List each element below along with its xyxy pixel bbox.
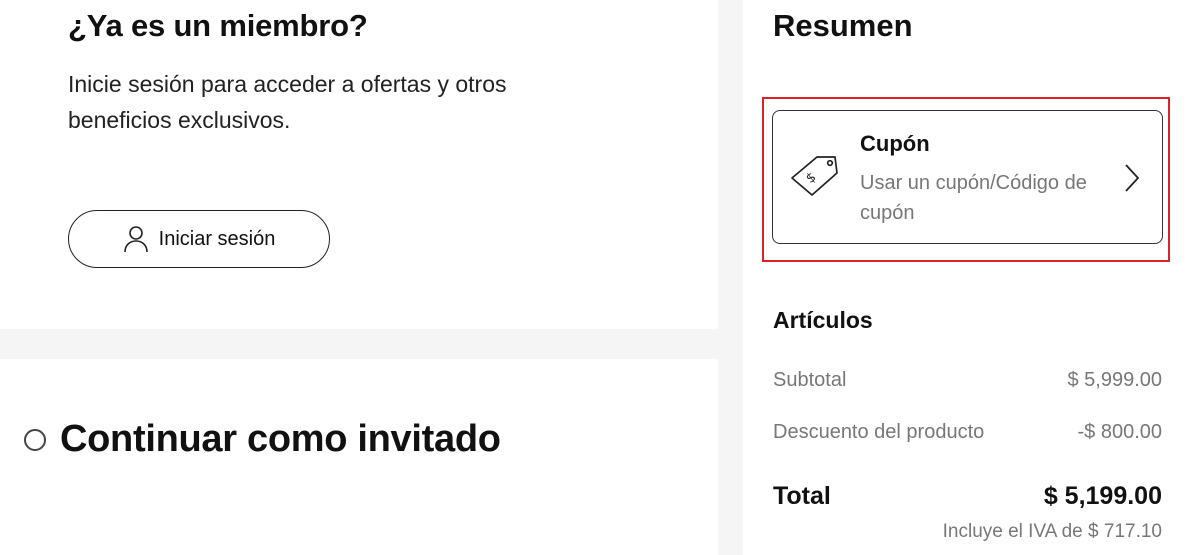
subtotal-row: Subtotal $ 5,999.00 — [773, 369, 1162, 392]
coupon-button[interactable]: $ Cupón Usar un cupón/Código de cupón — [772, 110, 1163, 244]
discount-label: Descuento del producto — [773, 421, 985, 443]
member-section: ¿Ya es un miembro? Inicie sesión para ac… — [0, 0, 718, 329]
tag-icon: $ — [787, 151, 843, 206]
guest-option[interactable]: Continuar como invitado — [24, 418, 501, 461]
subtotal-label: Subtotal — [773, 369, 847, 391]
guest-radio[interactable] — [24, 428, 46, 451]
items-title: Artículos — [773, 307, 873, 333]
chevron-right-icon — [1124, 163, 1140, 198]
member-description: Inicie sesión para acceder a ofertas y o… — [68, 71, 507, 133]
svg-text:$: $ — [804, 170, 820, 187]
login-button[interactable]: Iniciar sesión — [68, 210, 330, 268]
summary-panel: Resumen $ Cupón Usar un cupón/Código de … — [743, 0, 1188, 555]
total-label: Total — [773, 482, 831, 510]
discount-value: -$ 800.00 — [1077, 421, 1162, 443]
guest-label: Continuar como invitado — [60, 418, 501, 460]
discount-row: Descuento del producto -$ 800.00 — [773, 421, 1162, 444]
total-value: $ 5,199.00 — [1043, 482, 1162, 510]
coupon-title: Cupón — [860, 131, 930, 156]
coupon-description: Usar un cupón/Código de cupón — [860, 172, 1087, 224]
summary-title: Resumen — [773, 8, 913, 43]
login-button-label: Iniciar sesión — [158, 227, 276, 250]
user-icon — [123, 225, 149, 253]
member-title: ¿Ya es un miembro? — [68, 8, 368, 43]
total-row: Total $ 5,199.00 — [773, 482, 1162, 511]
tax-note: Incluye el IVA de $ 717.10 — [942, 521, 1162, 542]
subtotal-value: $ 5,999.00 — [1067, 369, 1162, 391]
